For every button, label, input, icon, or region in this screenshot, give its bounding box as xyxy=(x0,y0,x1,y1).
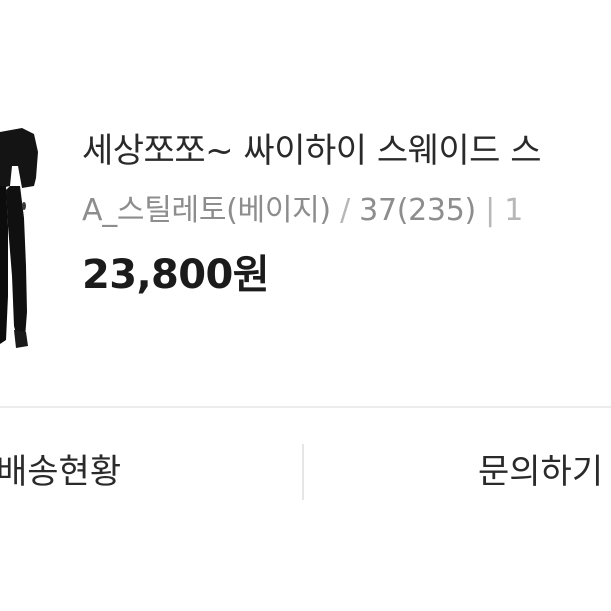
inquiry-label: 문의하기 xyxy=(478,452,604,492)
action-divider xyxy=(302,444,304,500)
inquiry-button[interactable]: 문의하기 xyxy=(306,408,611,536)
option-separator: / xyxy=(340,193,350,228)
delivery-status-button[interactable]: 배송현황 xyxy=(0,408,300,536)
order-item-page: 세상쪼쪼~ 싸이하이 스웨이드 스 A_스틸레토(베이지) / 37(235) … xyxy=(0,0,611,611)
product-option: A_스틸레토(베이지) / 37(235) | 1 xyxy=(82,182,611,240)
option-trailing: | 1 xyxy=(485,193,523,228)
order-action-bar: 배송현황 문의하기 xyxy=(0,408,611,536)
option-size: 37(235) xyxy=(359,193,476,228)
order-product-card[interactable]: 세상쪼쪼~ 싸이하이 스웨이드 스 A_스틸레토(베이지) / 37(235) … xyxy=(0,0,611,405)
product-title[interactable]: 세상쪼쪼~ 싸이하이 스웨이드 스 xyxy=(82,120,611,182)
delivery-status-label: 배송현황 xyxy=(0,452,122,492)
boots-photo-icon xyxy=(0,126,42,358)
product-info: 세상쪼쪼~ 싸이하이 스웨이드 스 A_스틸레토(베이지) / 37(235) … xyxy=(82,120,611,310)
product-price: 23,800원 xyxy=(82,252,270,298)
product-thumbnail[interactable] xyxy=(0,126,42,358)
option-name: A_스틸레토(베이지) xyxy=(82,193,331,228)
